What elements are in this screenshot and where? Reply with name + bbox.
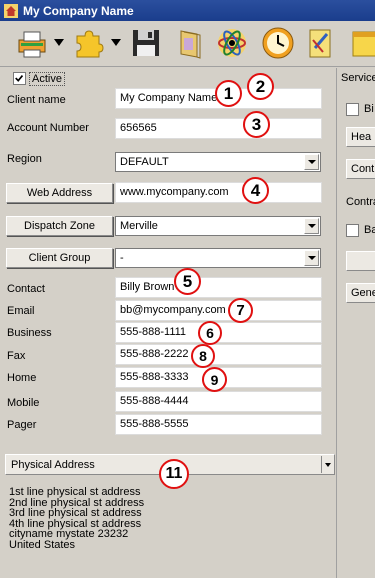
callout-marker: 7 [228,298,253,323]
callout-marker: 9 [202,367,227,392]
contract-label: Contra [346,196,375,208]
fax-label: Fax [7,350,26,362]
callout-marker: 8 [191,344,215,368]
sticky-note-icon[interactable] [346,25,375,61]
service-checkbox-label: Bi [364,103,374,115]
address-line: United States [9,538,76,551]
right-panel-button-3[interactable] [346,251,375,271]
save-icon[interactable] [128,25,164,61]
client-group-value: - [120,252,124,264]
home-icon [4,3,18,18]
callout-marker: 11 [159,459,189,489]
client-name-label: Client name [7,94,66,106]
chevron-down-icon[interactable] [304,250,319,266]
mobile-label: Mobile [7,397,40,409]
book-icon[interactable] [172,25,208,61]
home-label: Home [7,372,37,384]
puzzle-dropdown-arrow-icon[interactable] [111,39,121,47]
contract-checkbox-label: Ba [364,224,375,236]
print-icon[interactable] [14,25,50,61]
callout-marker: 2 [247,73,274,100]
dispatch-zone-value: Merville [120,220,158,232]
region-select[interactable]: DEFAULT [115,152,321,172]
account-number-field[interactable]: 656565 [115,118,322,139]
client-group-button[interactable]: Client Group [6,248,113,268]
dispatch-zone-select[interactable]: Merville [115,216,321,236]
service-checkbox[interactable] [346,103,359,116]
contact-field[interactable]: Billy Brown [115,277,322,298]
address-line: 1st line physical st address [9,486,141,498]
atom-icon[interactable] [214,25,250,61]
address-type-value: Physical Address [11,459,95,471]
web-address-button[interactable]: Web Address [6,183,113,203]
callout-marker: 4 [242,177,269,204]
address-line: cityname mystate 23232 [9,528,129,540]
callout-marker: 5 [174,268,201,295]
business-label: Business [7,327,52,339]
account-number-label: Account Number [7,122,89,134]
callout-marker: 3 [243,111,270,138]
mobile-phone-field[interactable]: 555-888-4444 [115,391,322,412]
chevron-down-icon[interactable] [304,218,319,234]
notes-icon[interactable] [302,25,338,61]
title-bar: My Company Name [0,0,375,21]
callout-marker: 6 [198,321,222,345]
panel-divider [336,68,337,578]
address-display: 1st line physical st address 2nd line ph… [9,487,144,550]
checkmark-icon [15,74,24,82]
active-label: Active [29,72,65,86]
clock-icon[interactable] [260,25,296,61]
address-line: 3rd line physical st address [9,507,142,519]
region-value: DEFAULT [120,156,169,168]
active-checkbox[interactable] [13,72,26,85]
callout-marker: 1 [215,80,242,107]
pager-label: Pager [7,419,37,431]
right-panel-button-2[interactable]: Cont [346,159,375,179]
email-label: Email [7,305,35,317]
dispatch-zone-button[interactable]: Dispatch Zone [6,216,113,236]
right-panel-button-4[interactable]: Gene [346,283,375,303]
pager-field[interactable]: 555-888-5555 [115,414,322,435]
fax-field[interactable]: 555-888-2222 [115,344,322,365]
client-group-select[interactable]: - [115,248,321,268]
toolbar [0,21,375,67]
email-field[interactable]: bb@mycompany.com [115,300,322,321]
right-panel-button-1[interactable]: Hea [346,127,375,147]
chevron-down-icon[interactable] [304,154,319,170]
contact-label: Contact [7,283,45,295]
region-label: Region [7,153,42,165]
puzzle-icon[interactable] [70,25,106,61]
print-dropdown-arrow-icon[interactable] [54,39,64,47]
chevron-down-icon[interactable] [321,456,333,473]
service-label: Service [341,72,375,84]
window-title: My Company Name [23,3,134,18]
web-address-field[interactable]: www.mycompany.com [115,182,322,203]
contract-checkbox[interactable] [346,224,359,237]
